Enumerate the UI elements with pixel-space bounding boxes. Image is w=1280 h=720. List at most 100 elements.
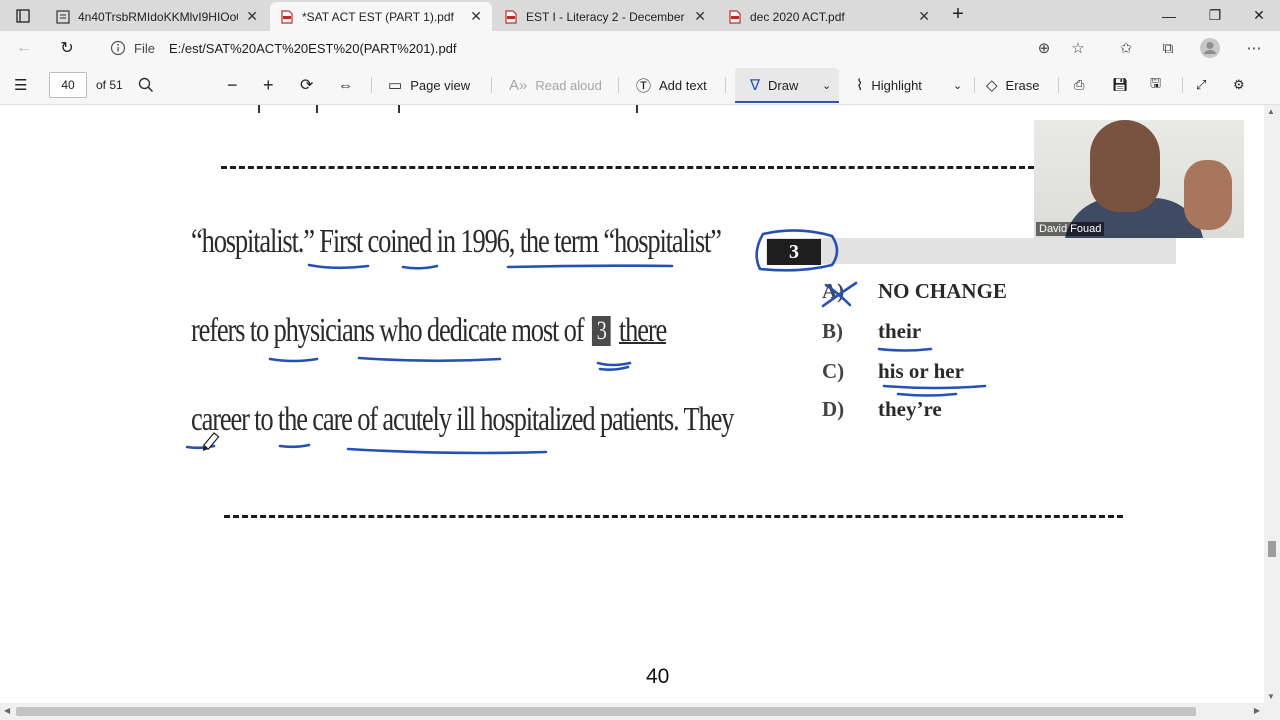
erase-button[interactable]: ◇ Erase xyxy=(986,65,1040,105)
favorites-icon: ✩ xyxy=(1119,40,1133,57)
address-bar: ← ↻ File E:/est/SAT%20ACT%20EST%20(PART%… xyxy=(0,31,1280,65)
refresh-button[interactable]: ↻ xyxy=(53,35,81,61)
plus-icon: + xyxy=(263,74,274,95)
contents-button[interactable]: ☰ xyxy=(14,65,35,105)
favorites-button[interactable]: ✩ xyxy=(1114,36,1138,60)
new-tab-button[interactable]: + xyxy=(946,3,970,27)
scroll-left-icon[interactable]: ◀ xyxy=(4,706,10,715)
horizontal-scrollbar[interactable]: ◀ ▶ xyxy=(0,703,1280,720)
close-tab-icon[interactable]: ✕ xyxy=(694,8,706,25)
tab-label: dec 2020 ACT.pdf xyxy=(750,9,845,24)
tab-0[interactable]: 4n40TrsbRMIdoKKMlvI9HIOo0Pg ✕ xyxy=(46,2,268,31)
rotate-icon: ⟳ xyxy=(300,77,314,94)
highlight-label: Highlight xyxy=(871,77,922,93)
tab-actions-button[interactable] xyxy=(0,0,46,31)
print-button[interactable]: ⎙ xyxy=(1074,65,1084,105)
tab-label: *SAT ACT EST (PART 1).pdf xyxy=(302,9,454,24)
rotate-button[interactable]: ⟳ xyxy=(300,65,313,105)
save-icon: 💾︎ xyxy=(1112,77,1129,92)
fit-width-button[interactable]: ⇔ xyxy=(338,65,353,105)
save-button[interactable]: 💾︎ xyxy=(1112,65,1129,105)
add-favorite-button[interactable]: ☆ xyxy=(1066,36,1090,60)
chevron-down-icon: ⌄ xyxy=(953,79,963,92)
zoom-icon: ⊕ xyxy=(1037,40,1051,57)
arrow-left-icon: ← xyxy=(16,39,32,56)
zoom-out-button[interactable]: − xyxy=(227,65,238,105)
ink-underline xyxy=(896,392,958,397)
save-as-icon: 🖫︎ xyxy=(1150,75,1162,90)
toolbar-divider xyxy=(974,77,975,93)
add-text-label: Add text xyxy=(659,77,707,93)
pen-icon: ∇ xyxy=(750,77,761,94)
cropped-text-fragment xyxy=(398,105,404,113)
dashed-separator xyxy=(221,166,1034,170)
highlight-button[interactable]: ⌇ Highlight xyxy=(856,65,922,105)
tab-strip: 4n40TrsbRMIdoKKMlvI9HIOo0Pg ✕ *SAT ACT E… xyxy=(0,0,1280,31)
text-box-icon: Ⓣ xyxy=(636,77,652,95)
star-plus-icon: ☆ xyxy=(1071,40,1085,57)
url-field[interactable]: File E:/est/SAT%20ACT%20EST%20(PART%201)… xyxy=(98,34,1098,62)
ink-double-underline xyxy=(596,361,632,367)
restore-icon: ❐ xyxy=(1208,7,1222,23)
draw-options-button[interactable]: ⌄ xyxy=(822,65,831,105)
more-icon: ⋯ xyxy=(1246,40,1262,57)
pdf-icon xyxy=(281,9,293,24)
ink-underline xyxy=(401,264,439,270)
zoom-in-button[interactable]: + xyxy=(263,65,274,105)
ink-underline xyxy=(268,357,319,363)
toolbar-divider xyxy=(725,77,726,93)
page-view-button[interactable]: ▭ Page view xyxy=(388,65,470,105)
toolbar-divider xyxy=(1182,77,1183,93)
restore-button[interactable]: ❐ xyxy=(1192,0,1238,31)
highlight-options-button[interactable]: ⌄ xyxy=(953,65,962,105)
zoom-button[interactable]: ⊕ xyxy=(1032,36,1056,60)
question-header-bar xyxy=(766,238,1176,264)
close-tab-icon[interactable]: ✕ xyxy=(246,8,258,25)
read-aloud-button[interactable]: A» Read aloud xyxy=(509,65,602,105)
save-as-button[interactable]: 🖫︎ xyxy=(1150,65,1161,105)
fullscreen-button[interactable]: ⤢ xyxy=(1196,65,1206,105)
ink-underline xyxy=(506,264,674,269)
page-view-label: Page view xyxy=(410,77,471,93)
page-number-label: 40 xyxy=(646,665,670,688)
chevron-down-icon: ⌄ xyxy=(822,79,832,92)
minimize-button[interactable]: — xyxy=(1146,0,1192,31)
settings-menu-button[interactable]: ⋯ xyxy=(1242,36,1266,60)
collections-button[interactable]: ⧉ xyxy=(1156,36,1180,60)
tab-1[interactable]: *SAT ACT EST (PART 1).pdf ✕ xyxy=(270,2,492,31)
draw-button[interactable]: ∇ Draw xyxy=(750,65,798,105)
vertical-scrollbar[interactable]: ▲ ▼ xyxy=(1264,105,1280,703)
cropped-text-fragment xyxy=(258,105,264,113)
scroll-up-icon[interactable]: ▲ xyxy=(1267,107,1275,116)
pdf-settings-button[interactable]: ⚙ xyxy=(1233,65,1245,105)
page-number-input[interactable]: 40 xyxy=(49,72,87,98)
ink-underline xyxy=(346,447,548,455)
scroll-thumb[interactable] xyxy=(1268,541,1276,557)
find-button[interactable] xyxy=(138,65,154,105)
scroll-thumb[interactable] xyxy=(16,707,1196,716)
passage-line-2: refers to physicians who dedicate most o… xyxy=(191,312,667,350)
tab-3[interactable]: dec 2020 ACT.pdf ✕ xyxy=(718,2,940,31)
close-window-button[interactable]: ✕ xyxy=(1236,0,1280,31)
page-total: of 51 xyxy=(96,78,123,92)
close-tab-icon[interactable]: ✕ xyxy=(470,8,482,25)
scroll-right-icon[interactable]: ▶ xyxy=(1254,706,1260,715)
tab-2[interactable]: EST I - Literacy 2 - December 20 ✕ xyxy=(494,2,716,31)
back-button[interactable]: ← xyxy=(10,35,38,61)
close-tab-icon[interactable]: ✕ xyxy=(918,8,930,25)
pdf-icon xyxy=(729,9,741,24)
profile-button[interactable] xyxy=(1198,36,1222,60)
passage-line-3: career to the care of acutely ill hospit… xyxy=(191,401,734,438)
collections-icon: ⧉ xyxy=(1162,39,1174,57)
cropped-text-fragment xyxy=(636,105,642,113)
fit-width-icon: ⇔ xyxy=(338,76,353,94)
print-icon: ⎙ xyxy=(1074,77,1085,92)
scroll-down-icon[interactable]: ▼ xyxy=(1267,692,1275,701)
dashed-separator xyxy=(224,515,1123,519)
add-text-button[interactable]: Ⓣ Add text xyxy=(636,65,707,105)
avatar-icon xyxy=(1200,38,1220,58)
choice-a: A) NO CHANGE xyxy=(822,279,1007,304)
draw-label: Draw xyxy=(768,77,799,93)
choice-c: C) his or her xyxy=(822,359,964,384)
tab-label: 4n40TrsbRMIdoKKMlvI9HIOo0Pg xyxy=(78,9,238,24)
